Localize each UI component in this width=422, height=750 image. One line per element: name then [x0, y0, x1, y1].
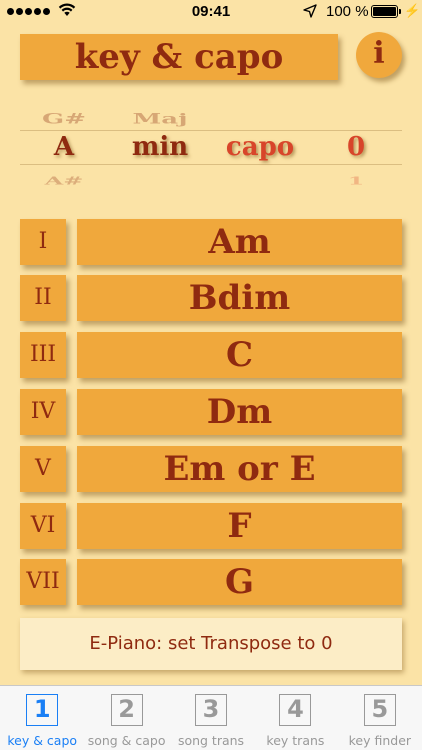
- mode-option-above[interactable]: Maj: [112, 111, 208, 128]
- battery-percent: 100 %: [326, 3, 369, 20]
- degree-numeral[interactable]: III: [20, 332, 66, 378]
- chord-row: II Bdim: [20, 275, 402, 321]
- key-option-below[interactable]: A#: [32, 174, 96, 187]
- tab-number-icon: 1: [26, 694, 59, 726]
- key-selected[interactable]: A: [32, 132, 96, 162]
- tab-number-icon: 3: [195, 694, 228, 726]
- tab-bar: 1 key & capo 2 song & capo 3 song trans …: [0, 685, 422, 750]
- picker-divider-top: [20, 130, 402, 131]
- chord-row: IV Dm: [20, 389, 402, 435]
- chord-row: VI F: [20, 503, 402, 549]
- tab-song-capo[interactable]: 2 song & capo: [84, 686, 168, 750]
- chord-row: I Am: [20, 219, 402, 265]
- degree-numeral[interactable]: IV: [20, 389, 66, 435]
- tab-number-icon: 5: [363, 694, 396, 726]
- tab-number-icon: 4: [279, 694, 312, 726]
- title-button[interactable]: key & capo: [20, 34, 338, 80]
- capo-option-below[interactable]: 1: [336, 174, 376, 187]
- degree-numeral[interactable]: V: [20, 446, 66, 492]
- picker-divider-bottom: [20, 164, 402, 165]
- chord-button[interactable]: F: [77, 503, 402, 549]
- degree-numeral[interactable]: VI: [20, 503, 66, 549]
- tab-label: song & capo: [87, 733, 166, 748]
- chord-button[interactable]: Dm: [77, 389, 402, 435]
- chord-button[interactable]: Bdim: [77, 275, 402, 321]
- status-bar: 09:41 100 % ⚡: [0, 0, 422, 24]
- tab-label: key finder: [348, 733, 412, 748]
- battery-fill: [373, 7, 396, 16]
- capo-label: capo: [225, 132, 295, 162]
- key-option-above[interactable]: G#: [32, 111, 96, 128]
- chord-row: V Em or E: [20, 446, 402, 492]
- tab-number-icon: 2: [110, 694, 143, 726]
- location-arrow-icon: [303, 4, 317, 18]
- key-capo-picker[interactable]: G# A A# Maj min capo 0 1: [20, 104, 402, 187]
- chord-button[interactable]: C: [77, 332, 402, 378]
- capo-selected[interactable]: 0: [336, 132, 376, 162]
- mode-selected[interactable]: min: [112, 132, 208, 162]
- tab-label: key & capo: [7, 733, 78, 748]
- battery-icon: [371, 5, 401, 18]
- chord-button[interactable]: Am: [77, 219, 402, 265]
- chord-row: VII G: [20, 559, 402, 605]
- chord-row: III C: [20, 332, 402, 378]
- tab-label: key trans: [266, 733, 325, 748]
- transpose-note: E-Piano: set Transpose to 0: [20, 618, 402, 670]
- chord-button[interactable]: G: [77, 559, 402, 605]
- tab-song-trans[interactable]: 3 song trans: [169, 686, 253, 750]
- degree-numeral[interactable]: I: [20, 219, 66, 265]
- tab-key-trans[interactable]: 4 key trans: [253, 686, 337, 750]
- degree-numeral[interactable]: VII: [20, 559, 66, 605]
- charging-bolt-icon: ⚡: [404, 3, 421, 18]
- tab-label: song trans: [177, 733, 245, 748]
- degree-numeral[interactable]: II: [20, 275, 66, 321]
- tab-key-capo[interactable]: 1 key & capo: [0, 686, 84, 750]
- info-button[interactable]: i: [356, 32, 402, 78]
- chord-button[interactable]: Em or E: [77, 446, 402, 492]
- tab-key-finder[interactable]: 5 key finder: [338, 686, 422, 750]
